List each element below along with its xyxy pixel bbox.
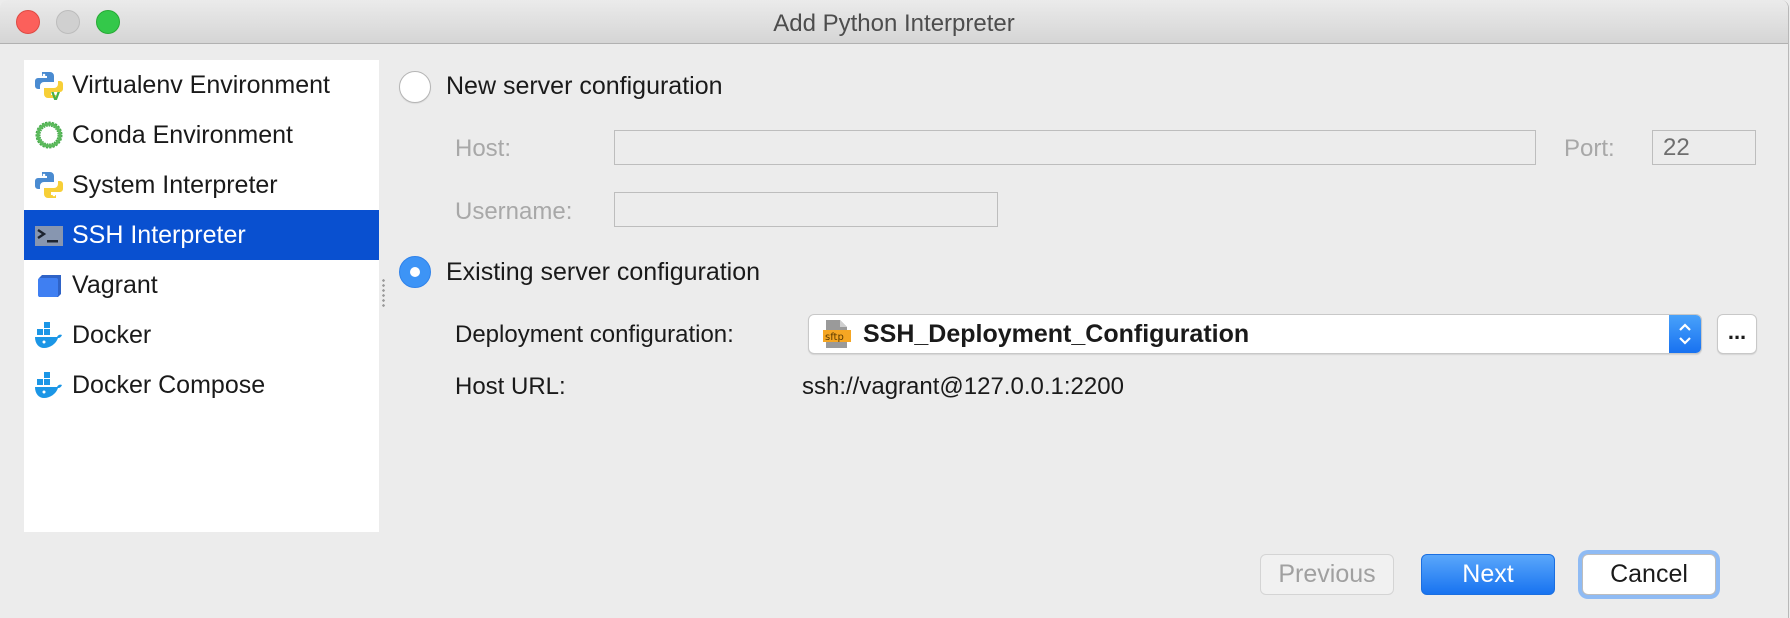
existing-server-label[interactable]: Existing server configuration bbox=[446, 258, 760, 287]
window-title: Add Python Interpreter bbox=[773, 10, 1015, 37]
chevron-up-down-icon[interactable] bbox=[1669, 315, 1701, 353]
sidebar-item-label: SSH Interpreter bbox=[72, 220, 246, 249]
sidebar-item-vagrant[interactable]: Vagrant bbox=[24, 260, 379, 310]
sidebar-item-docker[interactable]: Docker bbox=[24, 310, 379, 360]
add-python-interpreter-dialog: Add Python Interpreter v Virtualenv Envi… bbox=[0, 0, 1789, 618]
deployment-configuration-value: SSH_Deployment_Configuration bbox=[863, 319, 1250, 348]
title-bar: Add Python Interpreter bbox=[0, 0, 1788, 44]
sidebar-item-label: Vagrant bbox=[72, 270, 158, 299]
new-server-radio[interactable] bbox=[399, 71, 431, 103]
port-label: Port: bbox=[1564, 135, 1615, 162]
splitter-handle[interactable] bbox=[381, 278, 386, 308]
sidebar-item-label: Docker bbox=[72, 320, 152, 349]
terminal-icon bbox=[34, 220, 64, 250]
port-input[interactable]: 22 bbox=[1652, 130, 1756, 165]
browse-deployment-button[interactable]: ... bbox=[1717, 314, 1757, 354]
sidebar-item-label: System Interpreter bbox=[72, 170, 278, 199]
cancel-button[interactable]: Cancel bbox=[1582, 554, 1716, 595]
docker-icon bbox=[34, 370, 64, 400]
svg-text:v: v bbox=[51, 88, 60, 100]
deployment-configuration-dropdown[interactable]: sftp SSH_Deployment_Configuration bbox=[808, 314, 1702, 354]
sidebar-item-docker-compose[interactable]: Docker Compose bbox=[24, 360, 379, 410]
sidebar-item-virtualenv[interactable]: v Virtualenv Environment bbox=[24, 60, 379, 110]
sidebar-item-conda[interactable]: Conda Environment bbox=[24, 110, 379, 160]
host-url-value: ssh://vagrant@127.0.0.1:2200 bbox=[802, 373, 1124, 400]
python-virtualenv-icon: v bbox=[34, 70, 64, 100]
sidebar-item-system-interpreter[interactable]: System Interpreter bbox=[24, 160, 379, 210]
docker-icon bbox=[34, 320, 64, 350]
host-url-label: Host URL: bbox=[455, 373, 566, 400]
sidebar-item-label: Virtualenv Environment bbox=[72, 70, 331, 99]
python-icon bbox=[34, 170, 64, 200]
interpreter-type-list: v Virtualenv Environment Conda Environme… bbox=[24, 60, 379, 532]
conda-icon bbox=[34, 120, 64, 150]
sidebar-item-label: Conda Environment bbox=[72, 120, 293, 149]
vagrant-cube-icon bbox=[34, 270, 64, 300]
username-label: Username: bbox=[455, 198, 573, 225]
deployment-configuration-label: Deployment configuration: bbox=[455, 321, 734, 348]
host-label: Host: bbox=[455, 135, 512, 162]
username-input[interactable] bbox=[614, 192, 998, 227]
sidebar-item-ssh-interpreter[interactable]: SSH Interpreter bbox=[24, 210, 379, 260]
previous-button[interactable]: Previous bbox=[1260, 554, 1394, 595]
new-server-label[interactable]: New server configuration bbox=[446, 72, 723, 101]
existing-server-radio[interactable] bbox=[399, 256, 431, 288]
next-button[interactable]: Next bbox=[1421, 554, 1555, 595]
sftp-icon: sftp bbox=[823, 319, 851, 349]
sidebar-item-label: Docker Compose bbox=[72, 370, 266, 399]
host-input[interactable] bbox=[614, 130, 1536, 165]
svg-text:sftp: sftp bbox=[825, 332, 844, 343]
